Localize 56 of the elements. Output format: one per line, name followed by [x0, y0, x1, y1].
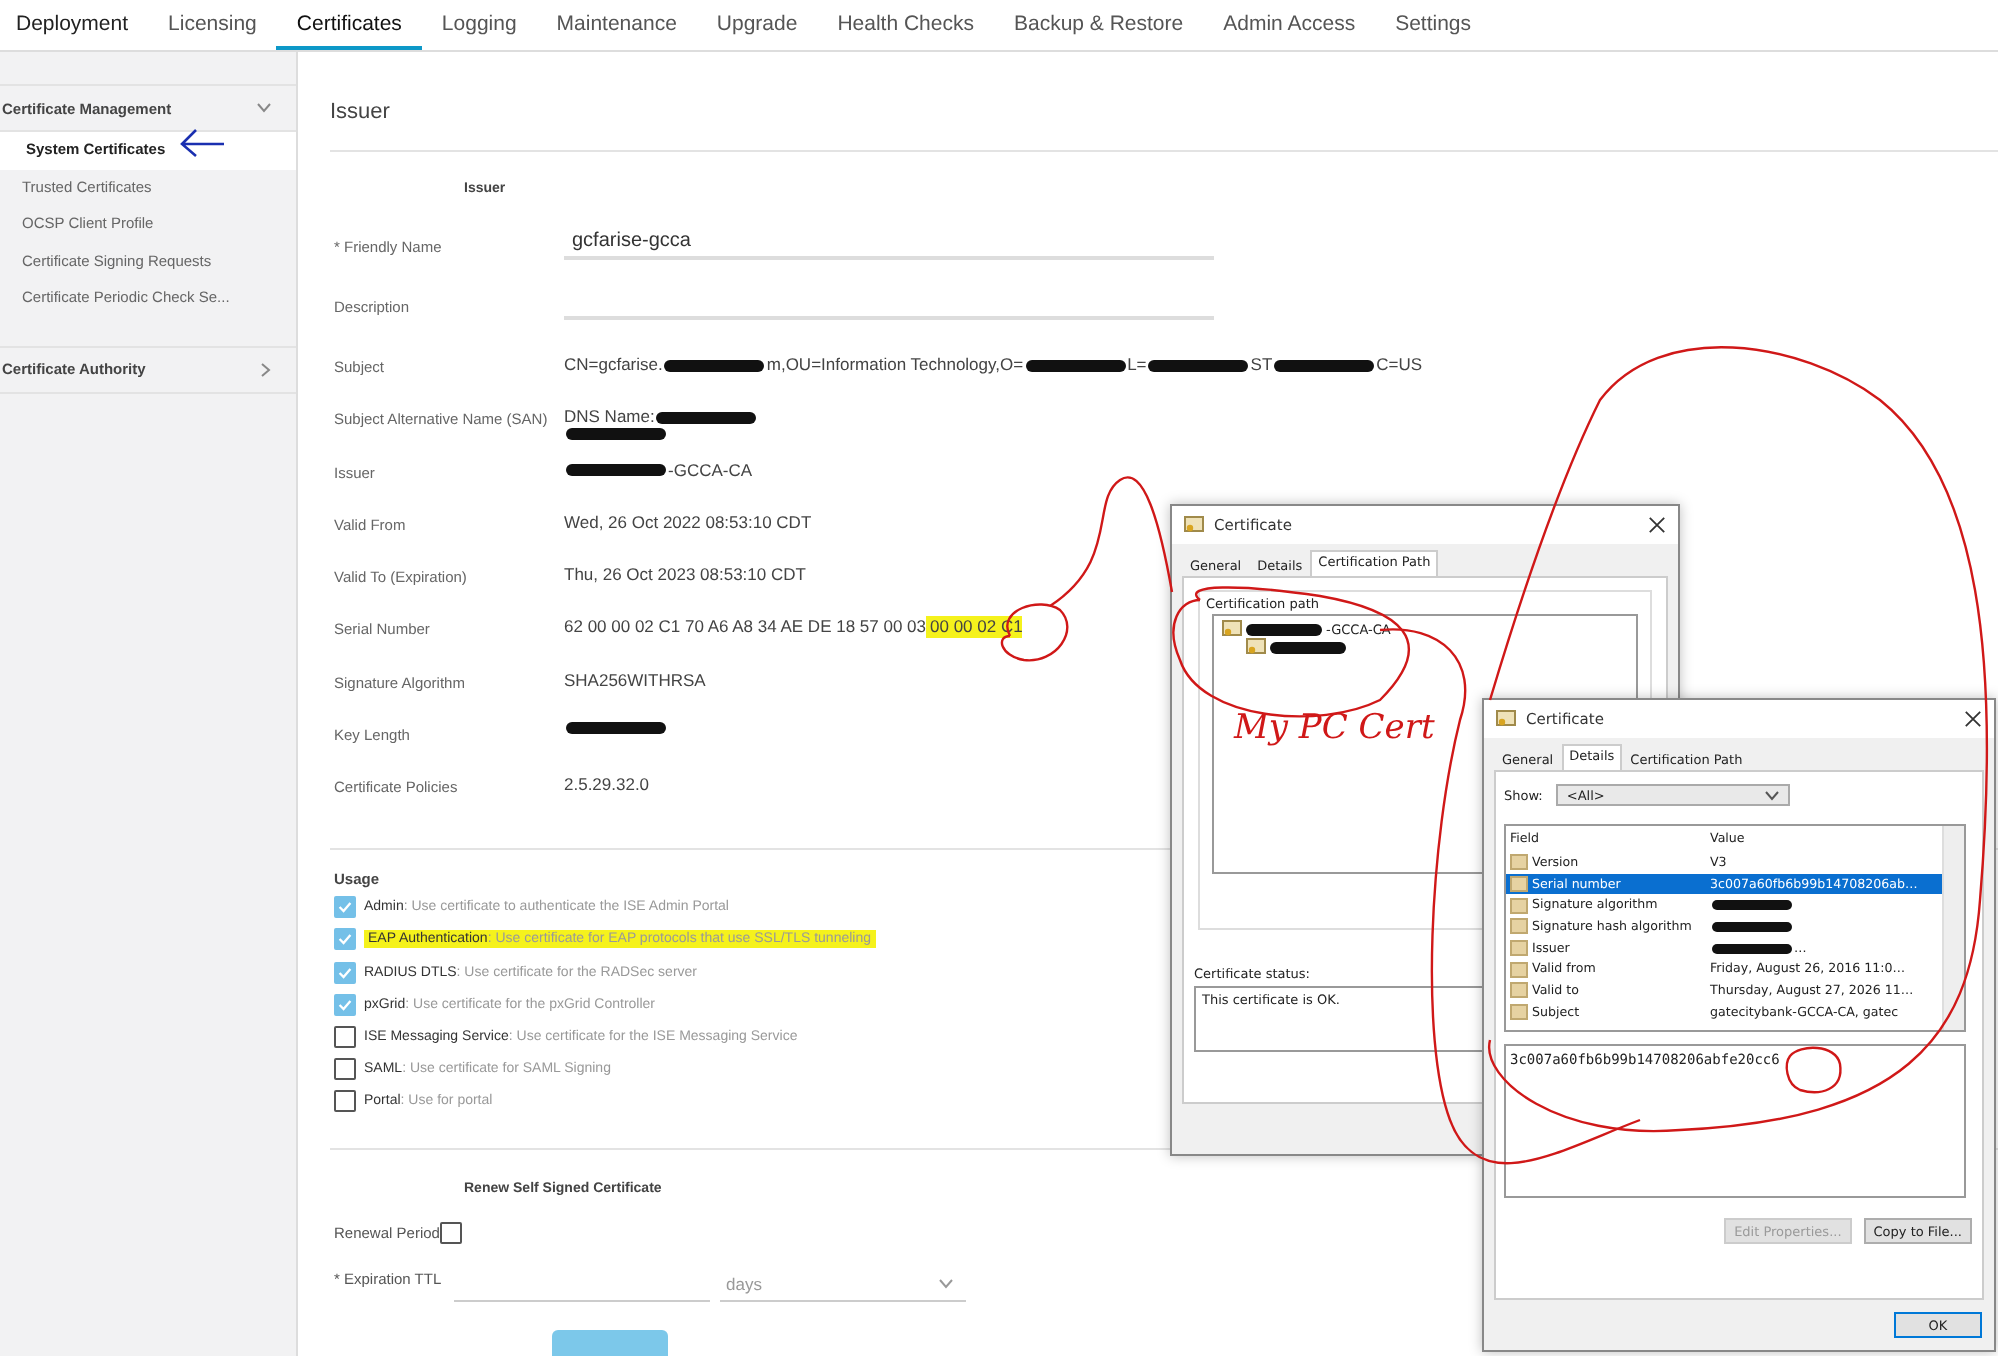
chevron-icon [938, 1278, 954, 1291]
field-value: DNS Name: [564, 406, 655, 429]
certificate-icon [1246, 638, 1266, 656]
checkbox[interactable] [334, 993, 356, 1016]
field-value: CN=gcfarise. [564, 354, 663, 376]
checkbox[interactable] [334, 1026, 356, 1049]
redaction-mark [566, 428, 666, 441]
handwritten-note: My PC Cert [1234, 708, 1435, 748]
close-icon[interactable] [1964, 710, 1982, 728]
chevron-icon [1764, 789, 1781, 801]
redaction-mark [664, 359, 765, 371]
checkbox[interactable] [334, 1090, 356, 1113]
redaction-mark [1270, 641, 1346, 653]
scrollbar[interactable] [1942, 826, 1964, 1030]
nav-tab[interactable]: Health Checks [817, 0, 994, 50]
nav-tab[interactable]: Licensing [148, 0, 277, 50]
redaction-mark [566, 722, 666, 735]
field-value: Wed, 26 Oct 2022 08:53:10 CDT [564, 511, 812, 534]
certificate-icon [1496, 710, 1516, 728]
field-value: L= [1127, 354, 1147, 376]
field-value: C=US [1376, 354, 1423, 376]
redaction-mark [1025, 359, 1126, 371]
nav-tab[interactable]: Logging [421, 0, 537, 50]
nav-tab[interactable]: Settings [1375, 0, 1492, 50]
redaction-mark [566, 464, 666, 477]
checkbox[interactable] [334, 896, 356, 919]
redaction-mark [656, 411, 757, 424]
redaction-mark [1712, 943, 1792, 954]
redaction-mark [1148, 359, 1249, 371]
arrow-icon [180, 128, 226, 158]
field-value: 2.5.29.32.0 [564, 774, 650, 797]
checkbox[interactable] [334, 961, 356, 984]
redaction-mark [1274, 359, 1375, 371]
field-value: m,OU=Information Technology,O= [766, 354, 1024, 376]
nav-tab[interactable]: Backup & Restore [993, 0, 1204, 50]
field-value: SHA256WITHRSA [564, 669, 706, 692]
nav-tab[interactable]: Upgrade [696, 0, 818, 50]
nav-tab[interactable]: Maintenance [536, 0, 697, 50]
redaction-mark [1712, 900, 1792, 911]
field-value: ST [1250, 354, 1273, 376]
redaction-mark [1712, 921, 1792, 932]
field-value: 62 00 00 02 C1 70 A6 A8 34 AE DE 18 57 00 03 [564, 616, 927, 639]
checkbox[interactable] [334, 1058, 356, 1081]
close-icon[interactable] [1648, 516, 1666, 534]
field-value: -GCCA-CA [668, 459, 753, 482]
nav-tab[interactable]: Admin Access [1203, 0, 1376, 50]
field-value: Thu, 26 Oct 2023 08:53:10 CDT [564, 564, 806, 587]
nav-tab[interactable]: Deployment [16, 0, 149, 50]
checkbox[interactable] [334, 928, 356, 951]
checkbox[interactable] [439, 1221, 462, 1244]
certificate-icon [1184, 516, 1204, 534]
nav-tab[interactable]: Certificates [276, 0, 422, 50]
certificate-icon [1222, 620, 1242, 638]
page-title: Issuer [330, 100, 390, 128]
redaction-mark [1246, 623, 1322, 635]
hand-drawn-line [1049, 476, 1174, 607]
